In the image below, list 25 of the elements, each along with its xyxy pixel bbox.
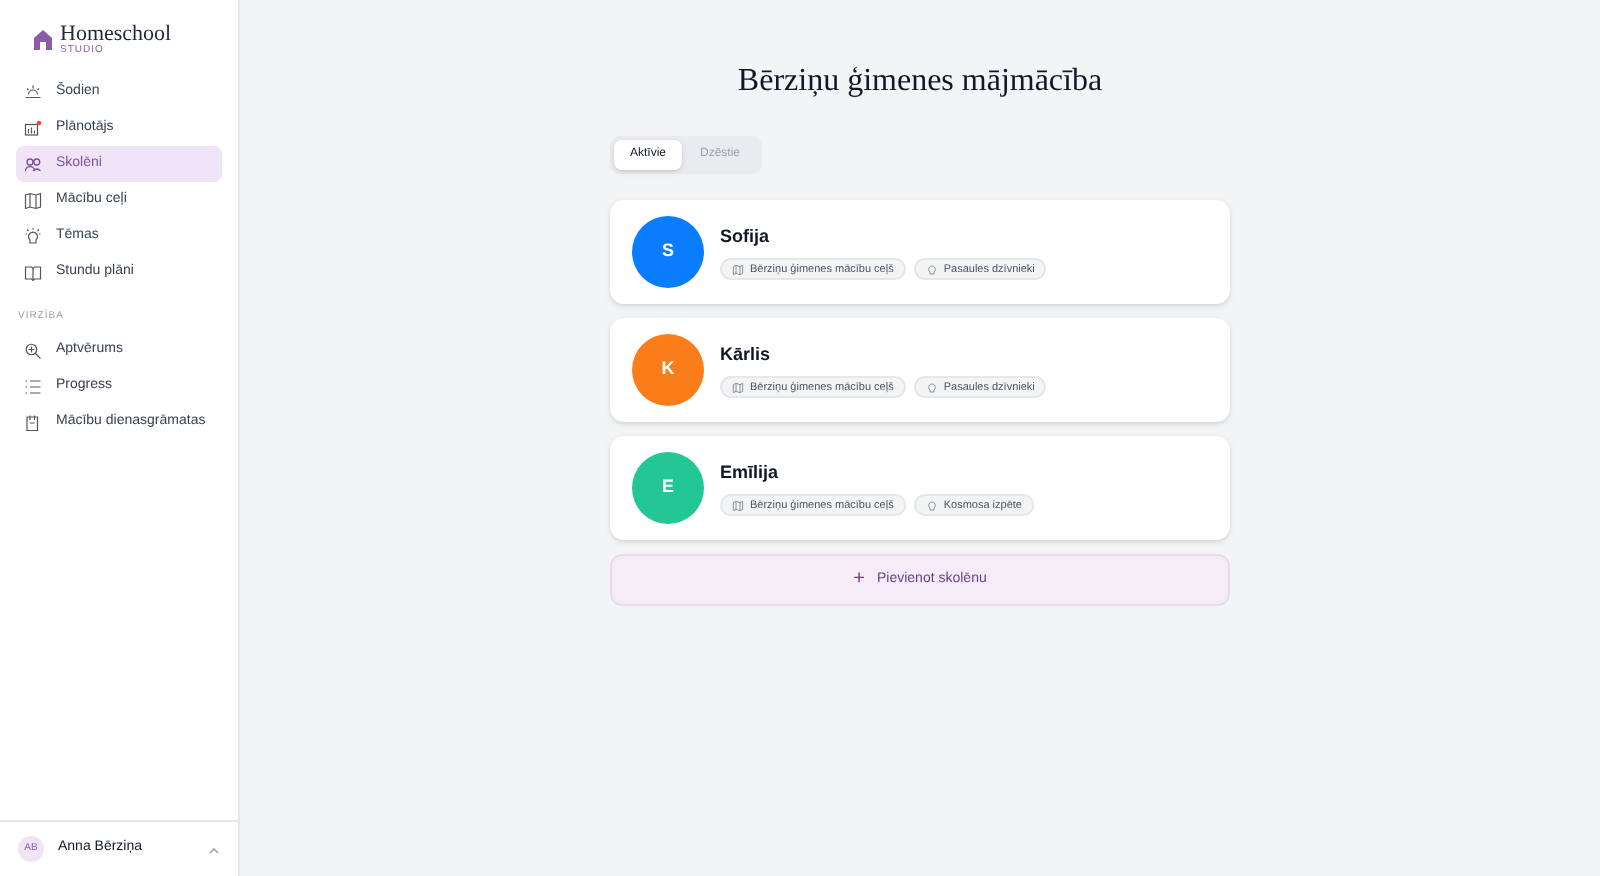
lightbulb-icon <box>925 499 938 512</box>
chevron-up-icon[interactable] <box>208 845 220 853</box>
map-icon <box>732 499 744 512</box>
map-icon <box>24 191 42 209</box>
map-icon <box>732 381 744 394</box>
map-icon <box>732 263 744 276</box>
sun-icon <box>24 83 42 101</box>
student-name: Sofija <box>720 223 772 250</box>
people-icon <box>24 155 42 173</box>
plus-icon: + <box>853 570 865 590</box>
lightbulb-icon <box>925 263 938 276</box>
logo-icon <box>34 30 52 50</box>
notebook-icon <box>24 414 42 432</box>
student-avatar: E <box>632 452 704 524</box>
student-avatar: K <box>632 334 704 406</box>
zoom-icon <box>24 342 42 360</box>
lightbulb-icon <box>925 381 938 394</box>
book-icon <box>24 263 42 281</box>
list-icon <box>24 378 42 396</box>
student-name: Kārlis <box>720 341 773 368</box>
student-avatar: S <box>632 216 704 288</box>
lightbulb-icon <box>24 227 42 245</box>
page-title: Bērziņu ģimenes mājmācība <box>735 62 1105 102</box>
student-name: Emīlija <box>720 459 781 486</box>
logo-text: Homeschool <box>60 24 172 46</box>
